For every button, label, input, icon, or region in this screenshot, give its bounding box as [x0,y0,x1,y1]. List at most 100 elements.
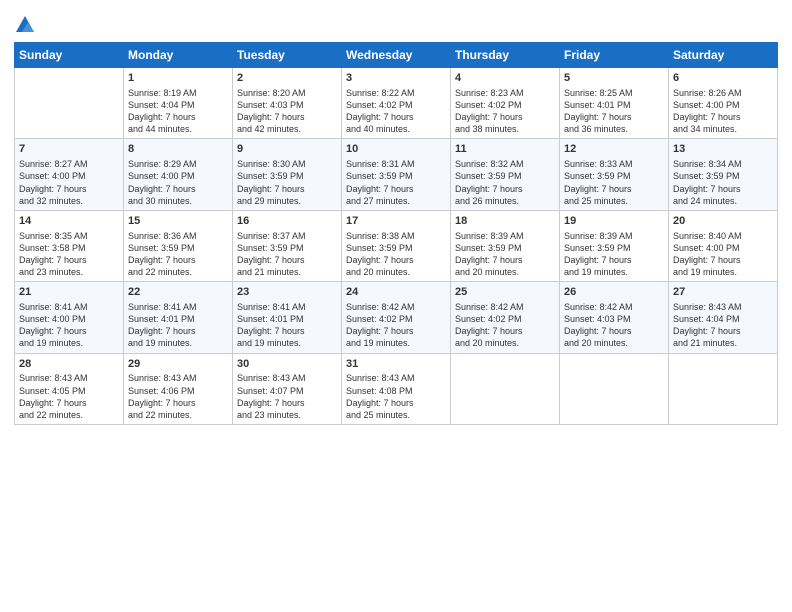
calendar-cell: 26Sunrise: 8:42 AMSunset: 4:03 PMDayligh… [560,282,669,353]
calendar-cell: 11Sunrise: 8:32 AMSunset: 3:59 PMDayligh… [451,139,560,210]
day-number: 7 [19,142,119,157]
page-container: SundayMondayTuesdayWednesdayThursdayFrid… [0,0,792,612]
day-number: 6 [673,71,773,86]
day-info: Sunrise: 8:27 AMSunset: 4:00 PMDaylight:… [19,158,119,207]
day-number: 17 [346,214,446,229]
day-info: Sunrise: 8:22 AMSunset: 4:02 PMDaylight:… [346,87,446,136]
calendar-cell: 9Sunrise: 8:30 AMSunset: 3:59 PMDaylight… [233,139,342,210]
header-cell-saturday: Saturday [669,43,778,68]
calendar-cell: 31Sunrise: 8:43 AMSunset: 4:08 PMDayligh… [342,353,451,424]
calendar-cell: 24Sunrise: 8:42 AMSunset: 4:02 PMDayligh… [342,282,451,353]
header-cell-wednesday: Wednesday [342,43,451,68]
day-number: 16 [237,214,337,229]
day-info: Sunrise: 8:41 AMSunset: 4:01 PMDaylight:… [128,301,228,350]
day-number: 12 [564,142,664,157]
week-row-1: 7Sunrise: 8:27 AMSunset: 4:00 PMDaylight… [15,139,778,210]
day-number: 9 [237,142,337,157]
day-number: 13 [673,142,773,157]
day-info: Sunrise: 8:43 AMSunset: 4:08 PMDaylight:… [346,372,446,421]
day-info: Sunrise: 8:32 AMSunset: 3:59 PMDaylight:… [455,158,555,207]
day-info: Sunrise: 8:38 AMSunset: 3:59 PMDaylight:… [346,230,446,279]
logo-icon [14,14,36,36]
day-number: 31 [346,357,446,372]
day-info: Sunrise: 8:39 AMSunset: 3:59 PMDaylight:… [455,230,555,279]
week-row-3: 21Sunrise: 8:41 AMSunset: 4:00 PMDayligh… [15,282,778,353]
day-info: Sunrise: 8:31 AMSunset: 3:59 PMDaylight:… [346,158,446,207]
day-info: Sunrise: 8:42 AMSunset: 4:02 PMDaylight:… [455,301,555,350]
calendar-cell: 6Sunrise: 8:26 AMSunset: 4:00 PMDaylight… [669,68,778,139]
logo [14,14,38,36]
day-number: 11 [455,142,555,157]
calendar-cell: 18Sunrise: 8:39 AMSunset: 3:59 PMDayligh… [451,210,560,281]
day-number: 20 [673,214,773,229]
day-info: Sunrise: 8:35 AMSunset: 3:58 PMDaylight:… [19,230,119,279]
calendar-cell: 25Sunrise: 8:42 AMSunset: 4:02 PMDayligh… [451,282,560,353]
calendar-cell: 21Sunrise: 8:41 AMSunset: 4:00 PMDayligh… [15,282,124,353]
calendar-cell: 8Sunrise: 8:29 AMSunset: 4:00 PMDaylight… [124,139,233,210]
day-info: Sunrise: 8:43 AMSunset: 4:05 PMDaylight:… [19,372,119,421]
day-number: 18 [455,214,555,229]
day-info: Sunrise: 8:33 AMSunset: 3:59 PMDaylight:… [564,158,664,207]
day-number: 27 [673,285,773,300]
header-cell-thursday: Thursday [451,43,560,68]
day-number: 26 [564,285,664,300]
day-info: Sunrise: 8:43 AMSunset: 4:04 PMDaylight:… [673,301,773,350]
day-info: Sunrise: 8:25 AMSunset: 4:01 PMDaylight:… [564,87,664,136]
day-number: 21 [19,285,119,300]
calendar-cell: 5Sunrise: 8:25 AMSunset: 4:01 PMDaylight… [560,68,669,139]
day-number: 23 [237,285,337,300]
week-row-4: 28Sunrise: 8:43 AMSunset: 4:05 PMDayligh… [15,353,778,424]
calendar-cell: 15Sunrise: 8:36 AMSunset: 3:59 PMDayligh… [124,210,233,281]
day-number: 4 [455,71,555,86]
day-number: 5 [564,71,664,86]
day-number: 3 [346,71,446,86]
day-number: 28 [19,357,119,372]
day-info: Sunrise: 8:34 AMSunset: 3:59 PMDaylight:… [673,158,773,207]
day-info: Sunrise: 8:36 AMSunset: 3:59 PMDaylight:… [128,230,228,279]
day-info: Sunrise: 8:20 AMSunset: 4:03 PMDaylight:… [237,87,337,136]
day-info: Sunrise: 8:39 AMSunset: 3:59 PMDaylight:… [564,230,664,279]
day-info: Sunrise: 8:29 AMSunset: 4:00 PMDaylight:… [128,158,228,207]
day-number: 29 [128,357,228,372]
day-info: Sunrise: 8:26 AMSunset: 4:00 PMDaylight:… [673,87,773,136]
calendar-cell: 3Sunrise: 8:22 AMSunset: 4:02 PMDaylight… [342,68,451,139]
calendar-cell: 12Sunrise: 8:33 AMSunset: 3:59 PMDayligh… [560,139,669,210]
day-info: Sunrise: 8:40 AMSunset: 4:00 PMDaylight:… [673,230,773,279]
day-info: Sunrise: 8:41 AMSunset: 4:00 PMDaylight:… [19,301,119,350]
day-info: Sunrise: 8:30 AMSunset: 3:59 PMDaylight:… [237,158,337,207]
calendar-cell: 27Sunrise: 8:43 AMSunset: 4:04 PMDayligh… [669,282,778,353]
calendar-cell: 13Sunrise: 8:34 AMSunset: 3:59 PMDayligh… [669,139,778,210]
page-header [14,10,778,36]
calendar-header: SundayMondayTuesdayWednesdayThursdayFrid… [15,43,778,68]
calendar-cell: 2Sunrise: 8:20 AMSunset: 4:03 PMDaylight… [233,68,342,139]
header-cell-monday: Monday [124,43,233,68]
day-number: 24 [346,285,446,300]
calendar-cell: 4Sunrise: 8:23 AMSunset: 4:02 PMDaylight… [451,68,560,139]
calendar-body: 1Sunrise: 8:19 AMSunset: 4:04 PMDaylight… [15,68,778,425]
calendar-cell: 29Sunrise: 8:43 AMSunset: 4:06 PMDayligh… [124,353,233,424]
calendar-cell: 16Sunrise: 8:37 AMSunset: 3:59 PMDayligh… [233,210,342,281]
calendar-cell [560,353,669,424]
calendar-cell: 10Sunrise: 8:31 AMSunset: 3:59 PMDayligh… [342,139,451,210]
day-number: 10 [346,142,446,157]
calendar-cell: 28Sunrise: 8:43 AMSunset: 4:05 PMDayligh… [15,353,124,424]
calendar-cell: 19Sunrise: 8:39 AMSunset: 3:59 PMDayligh… [560,210,669,281]
header-cell-sunday: Sunday [15,43,124,68]
calendar-cell: 30Sunrise: 8:43 AMSunset: 4:07 PMDayligh… [233,353,342,424]
day-number: 30 [237,357,337,372]
day-number: 1 [128,71,228,86]
day-info: Sunrise: 8:42 AMSunset: 4:03 PMDaylight:… [564,301,664,350]
calendar-cell [451,353,560,424]
day-number: 15 [128,214,228,229]
week-row-0: 1Sunrise: 8:19 AMSunset: 4:04 PMDaylight… [15,68,778,139]
day-number: 8 [128,142,228,157]
calendar-cell: 1Sunrise: 8:19 AMSunset: 4:04 PMDaylight… [124,68,233,139]
calendar-cell: 7Sunrise: 8:27 AMSunset: 4:00 PMDaylight… [15,139,124,210]
calendar-cell: 17Sunrise: 8:38 AMSunset: 3:59 PMDayligh… [342,210,451,281]
day-number: 14 [19,214,119,229]
calendar-cell: 22Sunrise: 8:41 AMSunset: 4:01 PMDayligh… [124,282,233,353]
day-number: 25 [455,285,555,300]
week-row-2: 14Sunrise: 8:35 AMSunset: 3:58 PMDayligh… [15,210,778,281]
calendar-cell [15,68,124,139]
header-cell-friday: Friday [560,43,669,68]
